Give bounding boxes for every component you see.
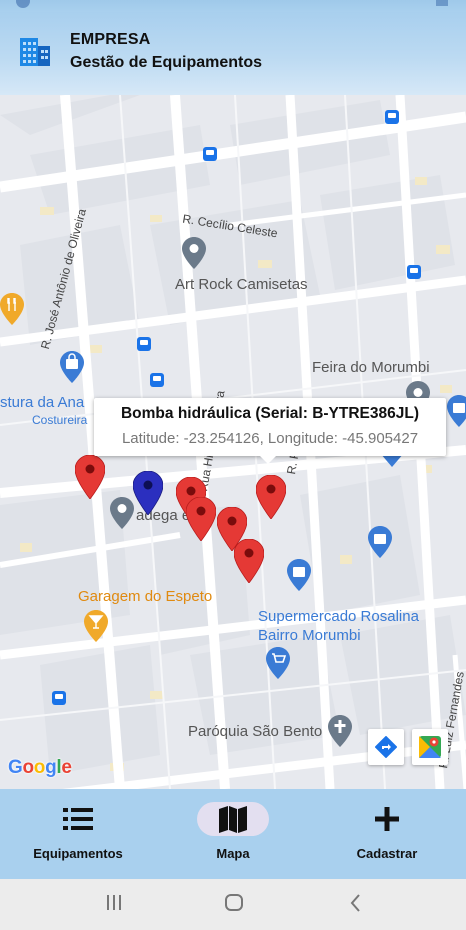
back-icon[interactable] — [346, 893, 366, 913]
open-in-maps-button[interactable] — [412, 729, 448, 765]
location-pin-icon[interactable] — [110, 497, 134, 529]
nav-label: Mapa — [216, 846, 250, 861]
equipment-marker-red[interactable] — [234, 539, 264, 583]
poi-label: Supermercado Rosalina — [258, 608, 419, 625]
system-navigation-bar — [0, 879, 466, 930]
app-header: EMPRESA Gestão de Equipamentos — [0, 12, 466, 95]
bar-pin-icon[interactable] — [84, 610, 108, 642]
map-icon — [219, 806, 247, 833]
shopping-pin-icon[interactable] — [287, 559, 311, 591]
plus-icon — [375, 807, 399, 831]
recents-icon[interactable] — [104, 893, 124, 913]
nav-pill — [351, 802, 423, 836]
nav-item-cadastrar[interactable]: Cadastrar — [329, 789, 445, 879]
bus-stop-icon — [150, 373, 164, 387]
equipment-marker-selected[interactable] — [133, 471, 163, 515]
map-view[interactable]: R. Cecílio Celeste R. José Antônio de Ol… — [0, 95, 466, 789]
nav-item-equipamentos[interactable]: Equipamentos — [20, 789, 136, 879]
poi-label: Costureira — [32, 413, 88, 427]
shopping-pin-icon[interactable] — [447, 395, 466, 427]
battery-icon — [436, 0, 448, 6]
cart-pin-icon[interactable] — [266, 647, 290, 679]
status-notification-icon — [16, 0, 30, 8]
status-bar — [0, 0, 466, 12]
church-pin-icon[interactable] — [328, 715, 352, 747]
bus-stop-icon — [407, 265, 421, 279]
nav-label: Equipamentos — [33, 846, 123, 861]
bus-stop-icon — [52, 691, 66, 705]
shopping-pin-icon[interactable] — [60, 351, 84, 383]
bus-stop-icon — [203, 147, 217, 161]
location-pin-icon[interactable] — [182, 237, 206, 269]
poi-label: Art Rock Camisetas — [175, 276, 308, 293]
google-maps-icon — [419, 736, 441, 758]
info-window-title: Bomba hidráulica (Serial: B-YTRE386JL) — [120, 405, 420, 422]
equipment-marker-red[interactable] — [256, 475, 286, 519]
list-icon — [63, 808, 93, 830]
directions-button[interactable] — [368, 729, 404, 765]
page-title: Gestão de Equipamentos — [70, 54, 263, 71]
bottom-navigation: Equipamentos Mapa Cadastrar — [0, 789, 466, 879]
poi-label: Paróquia São Bento — [188, 723, 323, 740]
nav-pill — [42, 802, 114, 836]
poi-label: stura da Ana — [0, 394, 85, 411]
shopping-pin-icon[interactable] — [368, 526, 392, 558]
bus-stop-icon — [385, 110, 399, 124]
building-icon — [20, 38, 50, 66]
equipment-marker-red[interactable] — [186, 497, 216, 541]
marker-info-window[interactable]: Bomba hidráulica (Serial: B-YTRE386JL) L… — [94, 398, 446, 464]
equipment-marker-red[interactable] — [75, 455, 105, 499]
poi-label: Feira do Morumbi — [312, 359, 430, 376]
nav-item-mapa[interactable]: Mapa — [175, 789, 291, 879]
home-icon[interactable] — [224, 893, 244, 913]
nav-pill-active — [197, 802, 269, 836]
info-window-coordinates: Latitude: -23.254126, Longitude: -45.905… — [121, 430, 419, 447]
restaurant-pin-icon[interactable] — [0, 293, 24, 325]
company-name: EMPRESA — [70, 31, 151, 48]
google-logo: Google — [8, 757, 72, 778]
bus-stop-icon — [137, 337, 151, 351]
nav-label: Cadastrar — [356, 846, 418, 861]
poi-label: Bairro Morumbi — [258, 627, 361, 644]
poi-label: Garagem do Espeto — [78, 588, 213, 605]
directions-icon — [375, 736, 397, 758]
